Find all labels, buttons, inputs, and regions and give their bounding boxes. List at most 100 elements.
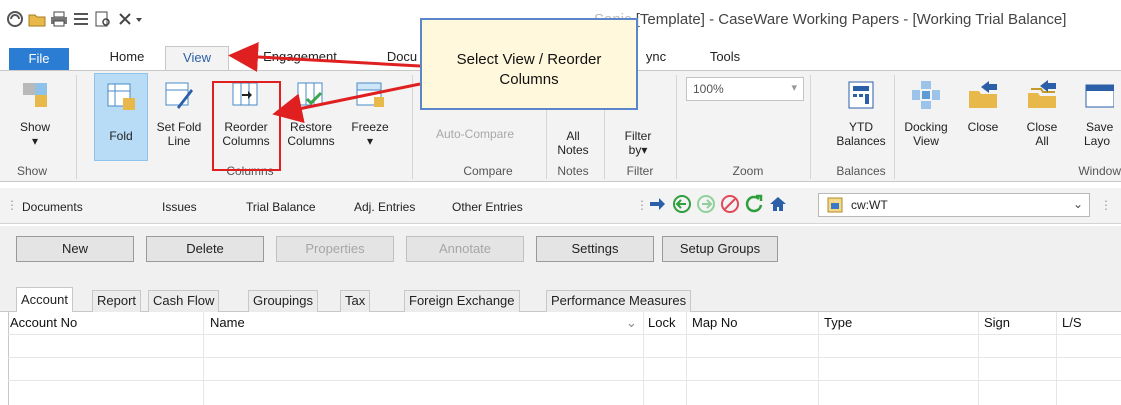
tab-foreign-exchange[interactable]: Foreign Exchange: [404, 290, 520, 312]
tab-home[interactable]: Home: [97, 46, 157, 70]
reorder-highlight-box: [212, 81, 281, 171]
filter-by-button[interactable]: Filter by▾: [610, 129, 666, 157]
window-title: Sonic [Template] - CaseWare Working Pape…: [594, 11, 1067, 28]
fold-icon: [107, 83, 135, 110]
close-all-folders-icon: [1028, 80, 1056, 108]
issues-link[interactable]: Issues: [162, 200, 197, 214]
toolbar-grip: ⋮: [6, 198, 18, 212]
grid-tabs: Account Report Cash Flow Groupings Tax F…: [0, 284, 1121, 313]
tab-tax[interactable]: Tax: [340, 290, 371, 312]
group-divider: [810, 75, 811, 179]
home-icon[interactable]: [768, 194, 788, 214]
grid-divider: [203, 312, 204, 405]
grid-divider: [1056, 312, 1057, 405]
location-select[interactable]: cw:WT ⌄: [818, 193, 1090, 217]
navigation-toolbar: ⋮ Documents Issues Trial Balance Adj. En…: [0, 188, 1121, 224]
ytd-balances-button[interactable]: YTD Balances: [832, 79, 890, 148]
column-header-name[interactable]: Name: [210, 315, 245, 330]
documents-link[interactable]: Documents: [22, 200, 83, 214]
other-entries-link[interactable]: Other Entries: [452, 200, 523, 214]
chevron-down-icon: ⌄: [1072, 197, 1083, 211]
action-button-bar: New Delete Properties Annotate Settings …: [0, 226, 1121, 284]
group-label-balances: Balances: [836, 164, 886, 178]
new-button[interactable]: New: [16, 236, 134, 262]
setup-groups-button[interactable]: Setup Groups: [662, 236, 778, 262]
table-row[interactable]: [8, 334, 1121, 335]
grid-divider: [978, 312, 979, 405]
show-panels-icon: [23, 83, 47, 107]
tab-report[interactable]: Report: [92, 290, 142, 312]
group-label-compare: Compare: [463, 164, 513, 178]
grid-divider: [686, 312, 687, 405]
column-header-lock[interactable]: Lock: [648, 315, 675, 330]
cw-document-icon: [827, 197, 843, 213]
set-fold-line-button[interactable]: Set Fold Line: [148, 79, 210, 148]
restore-columns-icon: [297, 82, 323, 106]
ytd-balances-icon: [848, 81, 874, 109]
instruction-callout: Select View / Reorder Columns: [420, 18, 638, 110]
app-icon[interactable]: [6, 10, 24, 28]
column-header-ls[interactable]: L/S: [1062, 315, 1082, 330]
adj-entries-link[interactable]: Adj. Entries: [354, 200, 415, 214]
tab-cash-flow[interactable]: Cash Flow: [148, 290, 220, 312]
tab-performance-measures[interactable]: Performance Measures: [546, 290, 692, 312]
group-label-filter: Filter: [626, 164, 654, 178]
list-icon[interactable]: [72, 10, 90, 28]
chevron-down-icon: ▾: [791, 82, 797, 94]
close-all-button[interactable]: Close All: [1018, 79, 1066, 148]
tab-groupings[interactable]: Groupings: [248, 290, 318, 312]
back-arrow-icon[interactable]: [672, 194, 692, 214]
group-label-show: Show: [16, 164, 48, 178]
column-header-sign[interactable]: Sign: [984, 315, 1010, 330]
docking-view-icon: [912, 81, 940, 109]
delete-button[interactable]: Delete: [146, 236, 264, 262]
close-x-icon[interactable]: [116, 10, 134, 28]
print-icon[interactable]: [50, 10, 68, 28]
jump-to-icon[interactable]: [648, 194, 668, 214]
annotate-button[interactable]: Annotate: [406, 236, 524, 262]
group-label-notes: Notes: [557, 164, 589, 178]
tab-engagement[interactable]: Engagement: [250, 46, 350, 70]
docking-view-button[interactable]: Docking View: [896, 79, 956, 148]
properties-button[interactable]: Properties: [276, 236, 394, 262]
zoom-combobox[interactable]: 100% ▾: [686, 77, 804, 101]
forward-arrow-icon[interactable]: [696, 194, 716, 214]
dropdown-arrow-icon[interactable]: [134, 10, 144, 28]
chevron-down-icon[interactable]: ⌄: [626, 315, 637, 331]
fold-button[interactable]: Fold: [94, 73, 148, 161]
auto-compare-button[interactable]: Auto-Compare: [420, 127, 530, 141]
show-button[interactable]: Show ▾: [14, 79, 56, 148]
tab-tools[interactable]: Tools: [700, 46, 750, 70]
close-button[interactable]: Close: [958, 79, 1008, 134]
table-row[interactable]: [8, 357, 1121, 358]
table-row[interactable]: [8, 380, 1121, 381]
save-layout-button[interactable]: Save Layo: [1076, 79, 1121, 148]
group-divider: [676, 75, 677, 179]
open-folder-icon[interactable]: [28, 10, 46, 28]
tab-file[interactable]: File: [9, 48, 69, 70]
restore-columns-button[interactable]: Restore Columns: [280, 79, 342, 148]
app-window: Sonic [Template] - CaseWare Working Pape…: [0, 0, 1121, 405]
chevron-down-icon: ▾: [366, 134, 374, 148]
group-label-zoom: Zoom: [732, 164, 764, 178]
group-divider: [894, 75, 895, 179]
tab-view[interactable]: View: [165, 46, 229, 70]
freeze-button[interactable]: Freeze ▾: [344, 79, 396, 148]
tab-documents[interactable]: Docu: [382, 46, 422, 70]
refresh-icon[interactable]: [744, 194, 764, 214]
tab-account[interactable]: Account: [16, 287, 73, 313]
trial-balance-link[interactable]: Trial Balance: [246, 200, 316, 214]
column-header-type[interactable]: Type: [824, 315, 852, 330]
save-layout-icon: [1085, 84, 1115, 108]
grid-border: [8, 312, 9, 405]
tab-sync[interactable]: ync: [636, 46, 676, 70]
grid-divider: [643, 312, 644, 405]
print-preview-icon[interactable]: [94, 10, 112, 28]
column-header-map-no[interactable]: Map No: [692, 315, 738, 330]
close-folder-icon: [969, 81, 997, 108]
settings-button[interactable]: Settings: [536, 236, 654, 262]
column-header-account-no[interactable]: Account No: [10, 315, 77, 330]
group-divider: [76, 75, 77, 179]
stop-icon[interactable]: [720, 194, 740, 214]
all-notes-button[interactable]: All Notes: [548, 129, 598, 157]
